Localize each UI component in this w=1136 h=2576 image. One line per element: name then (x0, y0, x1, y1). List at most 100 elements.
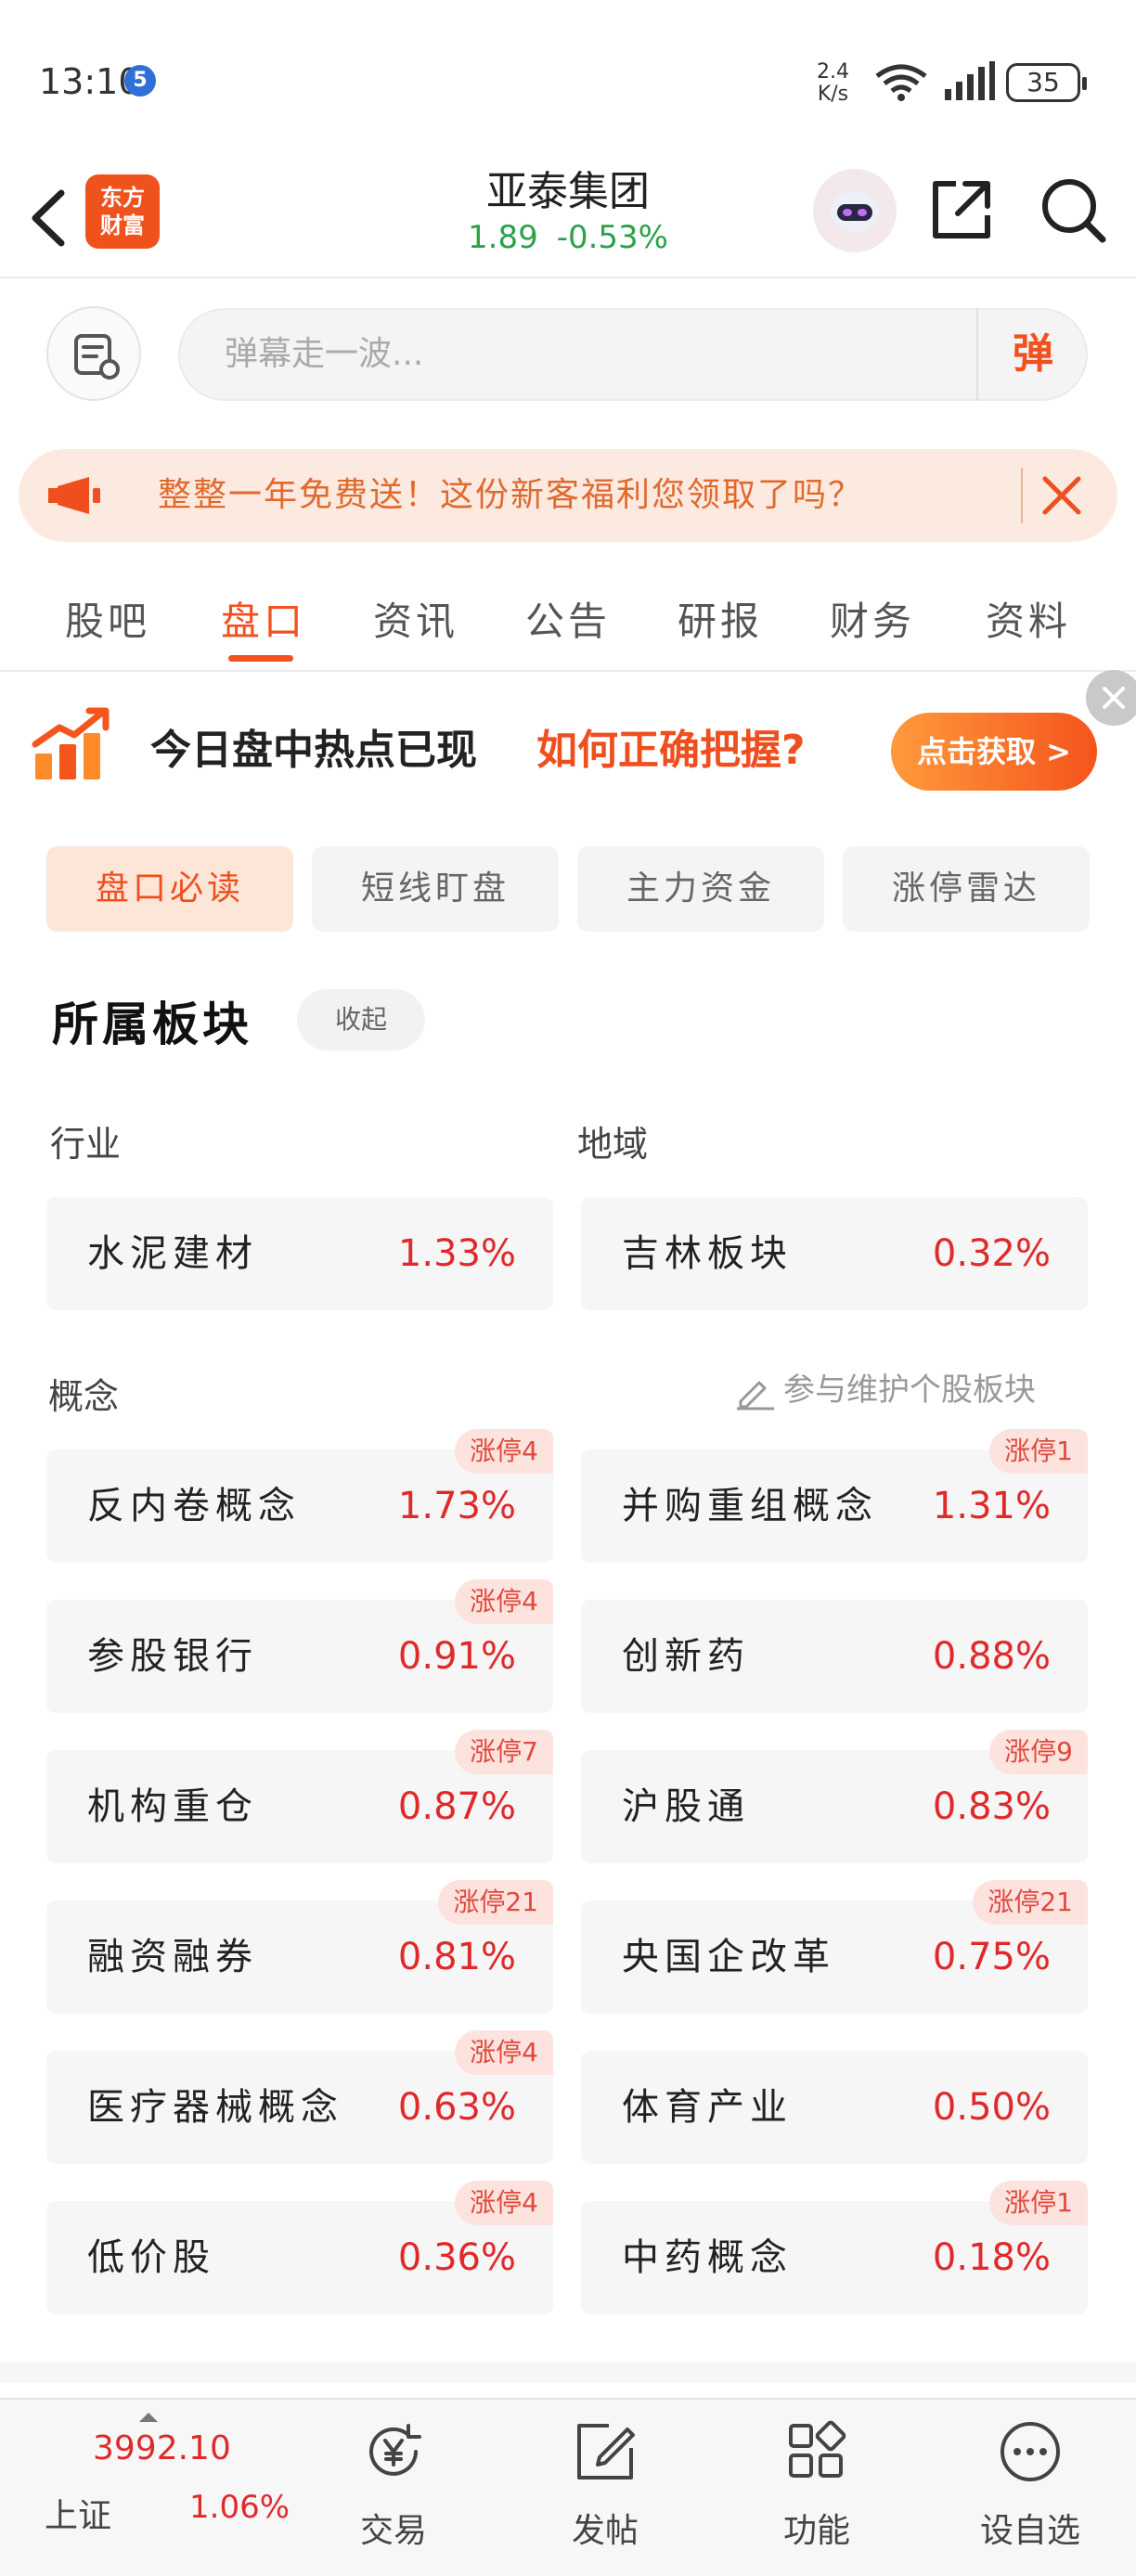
sector-name: 水泥建材 (87, 1232, 258, 1275)
tab-announcements[interactable]: 公告 (525, 590, 611, 647)
concept-card[interactable]: 涨停21 融资融券 0.81% (46, 1880, 553, 2014)
sector-change: 0.63% (397, 2086, 516, 2129)
sector-change: 0.88% (932, 1635, 1051, 1678)
index-name: 上证 (45, 2497, 112, 2535)
subtab-must-read[interactable]: 盘口必读 (46, 846, 293, 932)
wifi-icon (875, 64, 927, 101)
sector-change: 0.87% (397, 1785, 516, 1828)
sector-name: 融资融券 (87, 1936, 258, 1978)
sector-name: 吉林板块 (622, 1232, 793, 1275)
subtab-main-funds[interactable]: 主力资金 (577, 846, 824, 932)
maintain-link-label: 参与维护个股板块 (783, 1372, 1036, 1409)
concept-card[interactable]: 涨停4 医疗器械概念 0.63% (46, 2030, 553, 2164)
caret-up-icon (139, 2413, 158, 2422)
notification-icon: 5 (124, 65, 156, 97)
danmu-send-button[interactable]: 弹 (976, 308, 1088, 401)
sector-name: 体育产业 (622, 2086, 793, 2129)
industry-card[interactable]: 水泥建材 1.33% (46, 1197, 553, 1310)
danmu-send-label: 弹 (1013, 330, 1053, 378)
sector-change: 0.83% (932, 1785, 1051, 1828)
promo-close-button[interactable] (1021, 468, 1095, 523)
ad-get-button[interactable]: 点击获取 > (891, 713, 1097, 791)
ad-close-button[interactable] (1086, 670, 1136, 726)
index-value: 3992.10 (93, 2429, 231, 2467)
region-card[interactable]: 吉林板块 0.32% (581, 1197, 1088, 1310)
sector-change: 0.91% (397, 1635, 516, 1678)
signal-icon (945, 61, 995, 100)
sector-name: 沪股通 (622, 1785, 750, 1828)
nav-post[interactable]: 发帖 (531, 2400, 679, 2576)
sector-name: 医疗器械概念 (87, 2086, 343, 2129)
rising-chart-icon (32, 707, 110, 779)
concept-card[interactable]: 涨停9 沪股通 0.83% (581, 1730, 1088, 1863)
sector-name: 低价股 (87, 2236, 215, 2279)
battery-icon: 35 (1006, 63, 1087, 102)
concept-card[interactable]: 涨停4 低价股 0.36% (46, 2181, 553, 2314)
region-label: 地域 (577, 1124, 649, 1165)
nav-functions[interactable]: 功能 (742, 2400, 891, 2576)
concept-card[interactable]: 涨停4 反内卷概念 1.73% (46, 1429, 553, 1563)
promo-text: 整整一年免费送！这份新客福利您领取了吗？ (158, 476, 864, 514)
nav-trade-label: 交易 (359, 2512, 427, 2550)
ai-assistant-icon[interactable] (813, 169, 897, 252)
edit-icon (737, 1381, 774, 1410)
tab-profile[interactable]: 资料 (986, 590, 1071, 647)
bottom-nav: 3992.10 上证 1.06% 交易 发帖 功能 设自选 (0, 2398, 1136, 2576)
nav-watchlist-label: 设自选 (979, 2512, 1080, 2550)
stock-header: 东方 财富 亚泰集团 1.89 -0.53% (0, 158, 1136, 278)
sector-change: 1.31% (932, 1485, 1051, 1527)
industry-label: 行业 (50, 1124, 122, 1165)
sector-name: 创新药 (622, 1635, 750, 1678)
sector-change: 0.50% (932, 2086, 1051, 2129)
danmu-settings-button[interactable] (46, 306, 141, 401)
index-change: 1.06% (189, 2489, 290, 2526)
tab-finance[interactable]: 财务 (830, 590, 915, 647)
sector-change: 0.18% (932, 2236, 1051, 2279)
stock-change: -0.53% (556, 219, 668, 256)
subtab-short-term[interactable]: 短线盯盘 (312, 846, 559, 932)
hotspot-ad-banner[interactable]: 今日盘中热点已现 如何正确把握? 点击获取 > (0, 672, 1136, 820)
tab-guba[interactable]: 股吧 (65, 590, 150, 647)
sector-name: 中药概念 (622, 2236, 793, 2279)
eastmoney-logo: 东方 财富 (85, 174, 160, 249)
concept-card[interactable]: 涨停21 央国企改革 0.75% (581, 1880, 1088, 2014)
sector-name: 央国企改革 (622, 1936, 835, 1978)
network-speed: 2.4 K/s (817, 61, 849, 106)
ad-highlight: 如何正确把握? (536, 727, 806, 774)
collapse-button[interactable]: 收起 (297, 989, 425, 1050)
tab-news[interactable]: 资讯 (373, 590, 458, 647)
sector-change: 0.32% (932, 1232, 1051, 1275)
market-index-ticker[interactable]: 3992.10 上证 1.06% (35, 2400, 290, 2576)
danmu-input[interactable]: 弹幕走一波... (178, 308, 1088, 401)
danmu-settings-icon (74, 334, 120, 380)
maintain-sectors-link[interactable]: 参与维护个股板块 (735, 1364, 1036, 1410)
logo-line2: 财富 (100, 213, 145, 238)
subtab-limit-up-radar[interactable]: 涨停雷达 (843, 846, 1090, 932)
concept-card[interactable]: 涨停1 中药概念 0.18% (581, 2181, 1088, 2314)
concept-card[interactable]: 创新药 0.88% (581, 1600, 1088, 1713)
search-icon[interactable] (1038, 174, 1108, 245)
tab-research[interactable]: 研报 (678, 590, 763, 647)
share-icon[interactable] (928, 176, 995, 243)
promo-banner[interactable]: 整整一年免费送！这份新客福利您领取了吗？ (19, 449, 1117, 542)
concept-label: 概念 (48, 1376, 120, 1417)
sector-change: 0.81% (397, 1936, 516, 1978)
more-dots-icon (1000, 2422, 1060, 2481)
sector-name: 并购重组概念 (622, 1485, 878, 1527)
compose-icon (577, 2424, 635, 2479)
nav-post-label: 发帖 (571, 2512, 639, 2550)
nav-watchlist[interactable]: 设自选 (956, 2400, 1104, 2576)
close-icon (1042, 476, 1081, 515)
stock-quote: 1.89 -0.53% (382, 219, 754, 256)
concept-card[interactable]: 体育产业 0.50% (581, 2051, 1088, 2164)
concept-card[interactable]: 涨停7 机构重仓 0.87% (46, 1730, 553, 1863)
nav-trade[interactable]: 交易 (319, 2400, 468, 2576)
active-tab-indicator (228, 655, 293, 662)
tab-pankou[interactable]: 盘口 (221, 590, 306, 647)
concept-card[interactable]: 涨停1 并购重组概念 1.31% (581, 1429, 1088, 1563)
back-icon[interactable] (20, 176, 76, 260)
sector-change: 1.33% (397, 1232, 516, 1275)
sector-name: 机构重仓 (87, 1785, 258, 1828)
sector-change: 0.36% (397, 2236, 516, 2279)
concept-card[interactable]: 涨停4 参股银行 0.91% (46, 1579, 553, 1713)
